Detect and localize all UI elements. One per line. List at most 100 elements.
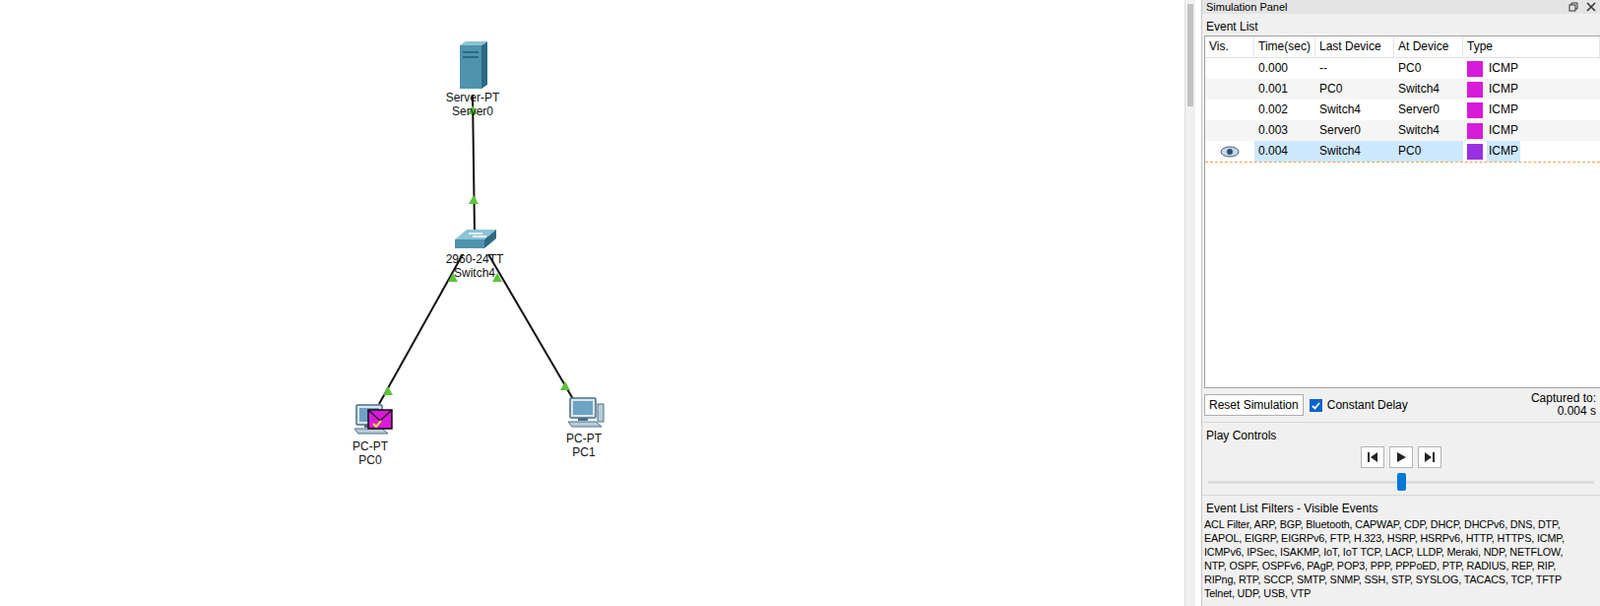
link[interactable] — [379, 254, 463, 404]
event-list: Vis.Time(sec)Last DeviceAt DeviceType0.0… — [1204, 35, 1600, 388]
filters-label: Event List Filters - Visible Events — [1202, 495, 1600, 517]
type-color-swatch — [1467, 61, 1483, 77]
event-row[interactable]: 0.004Switch4PC0ICMP — [1205, 140, 1600, 163]
column-header[interactable]: Vis. — [1205, 36, 1255, 58]
server-icon[interactable] — [459, 41, 488, 89]
play-button[interactable] — [1389, 446, 1413, 468]
time-cell: 0.002 — [1254, 99, 1316, 121]
captured-value: 0.004 s — [1531, 404, 1597, 418]
reset-simulation-button[interactable]: Reset Simulation — [1204, 393, 1304, 416]
filter-line[interactable]: EAPOL, EIGRP, EIGRPv6, FTP, H.323, HSRP,… — [1202, 530, 1600, 545]
topology-canvas[interactable]: Server-PTServer02960-24TTSwitch4PC-PTPC0… — [0, 0, 1185, 606]
slider-thumb[interactable] — [1397, 472, 1407, 491]
filter-line[interactable]: NTP, OSPF, OSPFv6, PAgP, POP3, PPP, PPPo… — [1202, 558, 1600, 573]
device-model: PC-PT — [534, 431, 634, 446]
filter-line[interactable]: Telnet, UDP, USB, VTP — [1202, 585, 1600, 600]
type-cell: ICMP — [1463, 58, 1600, 79]
scrollbar-thumb[interactable] — [1187, 3, 1194, 107]
column-header[interactable]: Last Device — [1315, 36, 1395, 58]
column-header[interactable]: Type — [1463, 36, 1600, 58]
check-icon — [1310, 399, 1322, 411]
type-text: ICMP — [1486, 99, 1521, 121]
event-row[interactable]: 0.003Server0Switch4ICMP — [1205, 120, 1600, 141]
device-name: PC0 — [320, 452, 420, 467]
device-model: PC-PT — [320, 439, 420, 453]
restore-icon[interactable] — [1568, 1, 1579, 12]
checkbox-label: Constant Delay — [1327, 397, 1408, 412]
type-cell: ICMP — [1463, 120, 1600, 141]
link[interactable] — [488, 254, 574, 399]
play-controls-label: Play Controls — [1202, 422, 1600, 445]
type-text: ICMP — [1486, 78, 1521, 100]
vis-cell[interactable] — [1205, 58, 1255, 79]
device-name: Switch4 — [425, 265, 524, 280]
captured-label: Captured to: — [1531, 391, 1597, 405]
last-device-cell: Switch4 — [1315, 99, 1395, 121]
type-text: ICMP — [1486, 140, 1521, 162]
time-cell: 0.003 — [1254, 120, 1316, 141]
device-model: 2960-24TT — [425, 252, 524, 266]
time-cell: 0.001 — [1254, 78, 1316, 100]
canvas-scrollbar[interactable] — [1184, 0, 1196, 606]
type-cell: ICMP — [1463, 78, 1600, 100]
play-icon — [1395, 450, 1408, 463]
event-row[interactable]: 0.000--PC0 ICMP — [1205, 58, 1600, 79]
vis-cell[interactable] — [1205, 78, 1255, 100]
pc-icon[interactable] — [568, 397, 604, 427]
last-device-cell: Server0 — [1315, 120, 1395, 141]
event-row[interactable]: 0.001PC0Switch4 ICMP — [1205, 78, 1600, 100]
device-label: Server-PTServer0 — [423, 90, 522, 119]
link-status-icon — [560, 381, 571, 390]
at-device-cell: Switch4 — [1394, 78, 1464, 100]
topology-diagram — [0, 0, 1185, 606]
column-header[interactable]: Time(sec) — [1254, 36, 1316, 58]
speed-slider[interactable] — [1208, 472, 1595, 491]
step-back-icon — [1366, 450, 1379, 463]
eye-icon — [1219, 145, 1240, 158]
at-device-cell: Server0 — [1394, 99, 1464, 121]
switch-icon[interactable] — [454, 229, 497, 249]
vis-cell[interactable] — [1205, 99, 1255, 121]
panel-titlebar: Simulation Panel — [1202, 0, 1600, 14]
time-cell: 0.000 — [1254, 58, 1316, 79]
time-cell: 0.004 — [1254, 140, 1316, 162]
device-label: PC-PTPC1 — [534, 431, 634, 459]
last-device-cell: PC0 — [1315, 78, 1395, 100]
close-icon[interactable] — [1586, 1, 1597, 12]
filter-line[interactable]: RIPng, RTP, SCCP, SMTP, SNMP, SSH, STP, … — [1202, 572, 1600, 586]
device-name: Server0 — [423, 104, 522, 119]
simulation-panel: Simulation PanelEvent ListVis.Time(sec)L… — [1201, 0, 1600, 606]
event-list-header: Vis.Time(sec)Last DeviceAt DeviceType — [1205, 36, 1600, 59]
device-model: Server-PT — [423, 90, 522, 105]
type-color-swatch — [1467, 102, 1483, 119]
last-device-cell: -- — [1315, 58, 1395, 79]
forward-button[interactable] — [1417, 446, 1442, 468]
captured-to: Captured to:0.004 s — [1531, 391, 1597, 418]
constant-delay-checkbox[interactable]: Constant Delay — [1309, 397, 1408, 412]
event-list-label: Event List — [1202, 13, 1600, 36]
type-cell: ICMP — [1463, 140, 1600, 162]
filter-line[interactable]: ACL Filter, ARP, BGP, Bluetooth, CAPWAP,… — [1202, 516, 1600, 531]
device-label: PC-PTPC0 — [320, 439, 420, 467]
link-status-icon — [383, 385, 393, 395]
step-forward-icon — [1423, 450, 1436, 463]
vis-cell[interactable] — [1205, 120, 1255, 141]
at-device-cell: PC0 — [1394, 58, 1464, 79]
filter-line[interactable]: ICMPv6, IPSec, ISAKMP, IoT, IoT TCP, LAC… — [1202, 544, 1600, 559]
type-text: ICMP — [1486, 58, 1521, 79]
at-device-cell: Switch4 — [1394, 120, 1464, 141]
checkbox-box[interactable] — [1309, 398, 1323, 412]
type-color-swatch — [1467, 81, 1483, 98]
event-filters: Event List Filters - Visible EventsACL F… — [1202, 495, 1600, 602]
type-color-swatch — [1467, 123, 1483, 139]
type-color-swatch — [1467, 143, 1483, 160]
type-cell: ICMP — [1463, 99, 1600, 121]
column-header[interactable]: At Device — [1394, 36, 1464, 58]
vis-cell[interactable] — [1205, 140, 1255, 162]
panel-title: Simulation Panel — [1206, 0, 1288, 14]
event-row[interactable]: 0.002Switch4Server0 ICMP — [1205, 99, 1600, 121]
event-list-footer: Reset Simulation Constant Delay Captured t… — [1202, 387, 1600, 423]
back-button[interactable] — [1360, 446, 1385, 468]
at-device-cell: PC0 — [1394, 140, 1464, 162]
pdu-envelope-icon[interactable] — [368, 409, 392, 429]
